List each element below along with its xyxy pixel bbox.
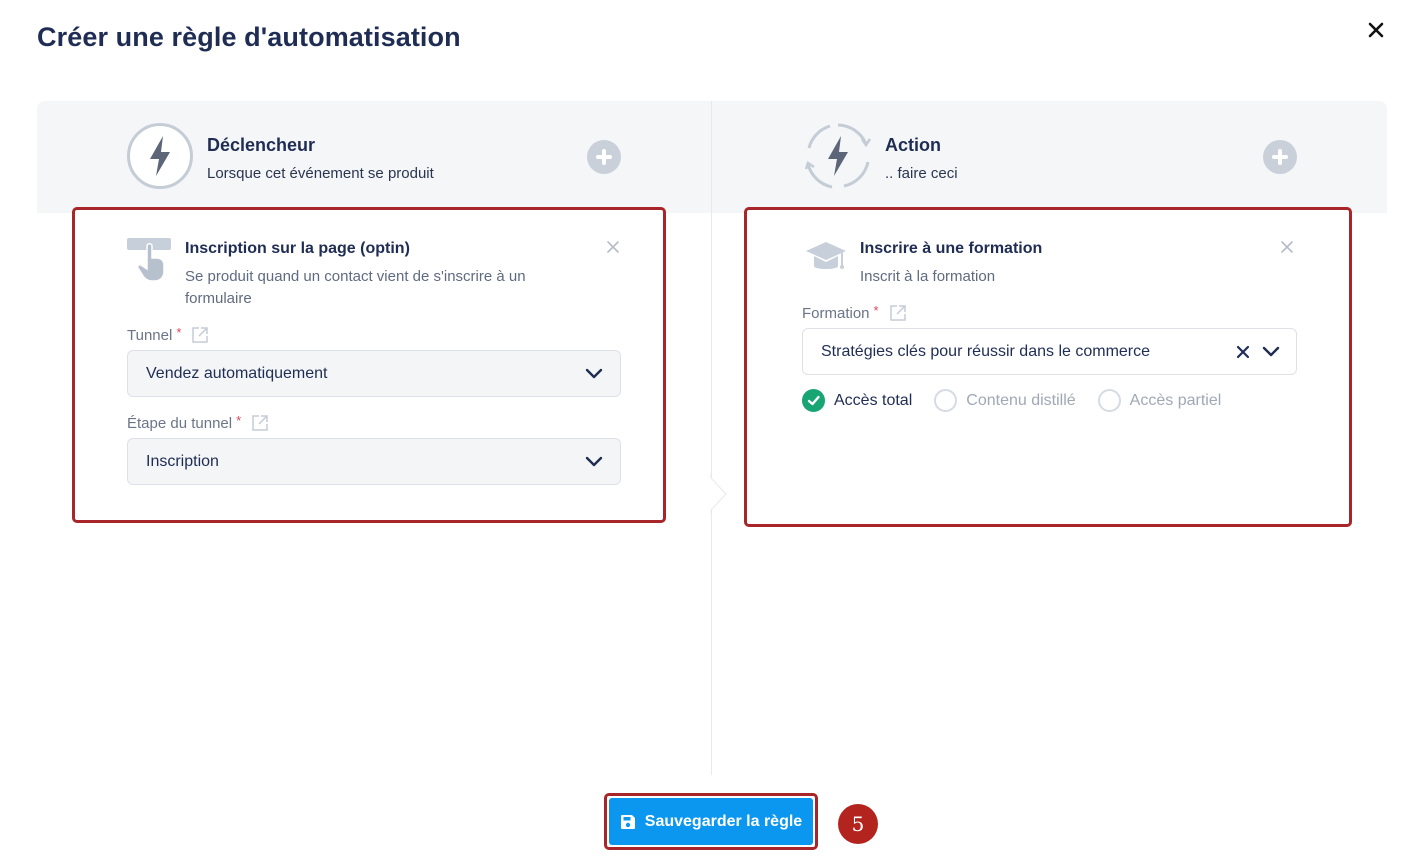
chevron-down-icon xyxy=(585,456,603,467)
tunnel-step-select-value: Inscription xyxy=(146,453,219,470)
save-rule-label: Sauvegarder la règle xyxy=(644,812,803,830)
trigger-subtitle: Lorsque cet événement se produit xyxy=(207,165,434,182)
trigger-card-description: Se produit quand un contact vient de s'i… xyxy=(185,268,526,307)
remove-trigger-icon[interactable] xyxy=(606,240,620,254)
access-option-label: Contenu distillé xyxy=(966,391,1076,409)
column-divider xyxy=(711,101,712,775)
action-header: Action .. faire ceci xyxy=(804,122,1304,192)
external-link-icon[interactable] xyxy=(889,304,907,322)
clear-icon[interactable] xyxy=(1235,344,1251,360)
action-card: Inscrire à une formation Inscrit à la fo… xyxy=(744,207,1352,527)
external-link-icon[interactable] xyxy=(191,326,209,344)
formation-select[interactable]: Stratégies clés pour réussir dans le com… xyxy=(802,328,1297,375)
trigger-title: Déclencheur xyxy=(207,135,316,155)
radio-checked-icon xyxy=(802,389,825,412)
access-option-label: Accès partiel xyxy=(1129,391,1222,409)
tunnel-step-label: Étape du tunnel * xyxy=(127,412,269,432)
access-options: Accès total Contenu distillé Accès parti… xyxy=(802,389,1243,412)
tunnel-select-value: Vendez automatiquement xyxy=(146,365,328,382)
access-option-partial[interactable]: Accès partiel xyxy=(1097,389,1222,412)
formation-label-text: Formation xyxy=(802,304,870,322)
tunnel-step-label-text: Étape du tunnel xyxy=(127,414,233,432)
tunnel-label-text: Tunnel xyxy=(127,326,173,344)
tunnel-step-select[interactable]: Inscription xyxy=(127,438,621,485)
formation-select-value: Stratégies clés pour réussir dans le com… xyxy=(821,343,1151,360)
divider-pointer xyxy=(710,474,727,514)
close-icon[interactable] xyxy=(1364,18,1388,42)
tunnel-label: Tunnel * xyxy=(127,324,209,344)
required-mark: * xyxy=(236,412,242,428)
action-card-description: Inscrit à la formation xyxy=(860,268,996,285)
radio-unchecked-icon xyxy=(1097,389,1121,412)
trigger-card: Inscription sur la page (optin) Se produ… xyxy=(72,207,666,523)
lightning-icon xyxy=(127,123,193,189)
floppy-disk-icon xyxy=(620,814,635,829)
required-mark: * xyxy=(176,324,182,340)
tunnel-select[interactable]: Vendez automatiquement xyxy=(127,350,621,397)
chevron-down-icon xyxy=(585,368,603,379)
save-button-highlight: Sauvegarder la règle xyxy=(604,793,818,850)
remove-action-icon[interactable] xyxy=(1280,240,1294,254)
trigger-card-title: Inscription sur la page (optin) xyxy=(185,240,410,257)
step-number-badge: 5 xyxy=(838,804,878,844)
modal-title: Créer une règle d'automatisation xyxy=(37,22,461,52)
hand-click-icon xyxy=(127,238,171,282)
formation-label: Formation * xyxy=(802,302,907,322)
radio-unchecked-icon xyxy=(934,389,958,412)
external-link-icon[interactable] xyxy=(251,414,269,432)
lightning-cycle-icon xyxy=(804,123,872,189)
add-trigger-button[interactable] xyxy=(587,140,621,174)
access-option-label: Accès total xyxy=(834,391,913,409)
action-title: Action xyxy=(885,135,941,155)
chevron-down-icon xyxy=(1262,346,1280,357)
save-rule-button[interactable]: Sauvegarder la règle xyxy=(609,798,813,845)
add-action-button[interactable] xyxy=(1263,140,1297,174)
graduation-cap-icon xyxy=(806,242,846,269)
action-card-title: Inscrire à une formation xyxy=(860,240,1043,257)
action-subtitle: .. faire ceci xyxy=(885,165,958,182)
access-option-distilled[interactable]: Contenu distillé xyxy=(934,389,1076,412)
required-mark: * xyxy=(873,302,879,318)
trigger-header: Déclencheur Lorsque cet événement se pro… xyxy=(126,122,626,192)
access-option-total[interactable]: Accès total xyxy=(802,389,912,412)
